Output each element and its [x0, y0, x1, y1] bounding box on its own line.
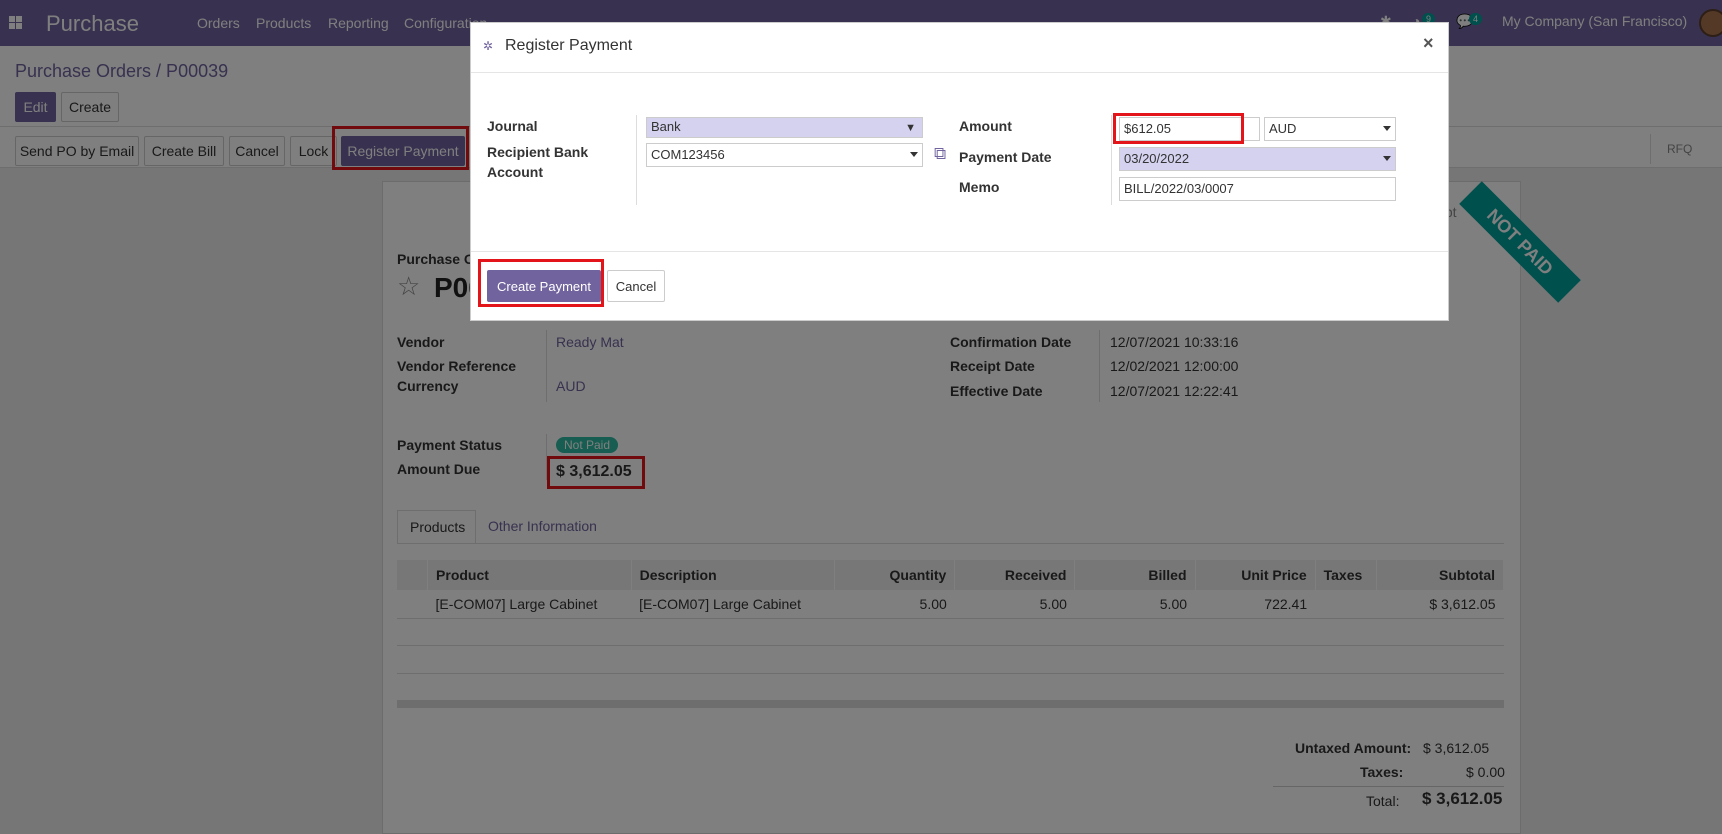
payment-date-label: Payment Date [959, 149, 1052, 165]
close-icon[interactable]: × [1423, 33, 1434, 54]
memo-label: Memo [959, 179, 1000, 195]
recipient-bank-select[interactable]: COM123456 [646, 143, 923, 167]
debug-bug-icon[interactable]: ✲ [483, 39, 493, 53]
payment-date-value: 03/20/2022 [1124, 151, 1190, 166]
caret-down-icon [910, 152, 918, 157]
payment-date-input[interactable]: 03/20/2022 [1119, 147, 1396, 171]
highlight-amount-input [1113, 113, 1244, 144]
chevron-down-icon: ▼ [905, 122, 916, 134]
external-link-icon[interactable]: ⧉ [934, 144, 946, 164]
amount-label: Amount [959, 118, 1012, 134]
memo-input[interactable]: BILL/2022/03/0007 [1119, 177, 1396, 201]
recipient-bank-label-2: Account [487, 164, 543, 180]
caret-down-icon [1383, 156, 1391, 161]
dialog-footer-divider [471, 251, 1448, 252]
cancel-button[interactable]: Cancel [607, 270, 665, 302]
journal-label: Journal [487, 118, 538, 134]
recipient-bank-value: COM123456 [651, 147, 725, 162]
journal-select[interactable]: Bank ▼ [646, 117, 923, 138]
highlight-create-payment [478, 259, 604, 307]
journal-value: Bank [651, 119, 681, 134]
currency-select[interactable]: AUD [1264, 117, 1396, 141]
recipient-bank-label: Recipient Bank [487, 144, 589, 160]
currency-value: AUD [1269, 121, 1297, 136]
caret-down-icon [1383, 126, 1391, 131]
divider [1111, 115, 1112, 205]
dialog-header: ✲ Register Payment × [471, 23, 1448, 73]
register-payment-dialog: ✲ Register Payment × Journal Recipient B… [470, 22, 1449, 321]
dialog-title: Register Payment [505, 37, 633, 54]
divider [636, 115, 637, 205]
